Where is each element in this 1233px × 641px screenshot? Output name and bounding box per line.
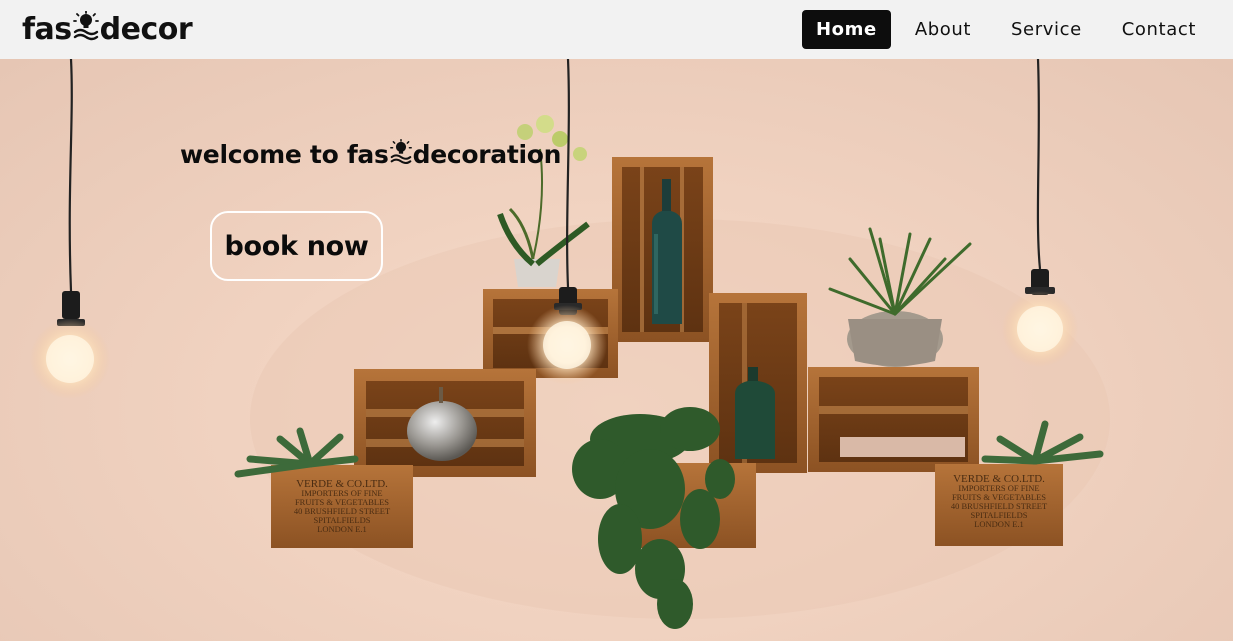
hanging-bulb-right [1002,59,1078,367]
crate-right [808,367,979,472]
logo-text-left: fas [22,12,72,47]
nav-home[interactable]: Home [802,10,891,49]
logo-text-right: decor [99,12,193,47]
svg-text:LONDON E.1: LONDON E.1 [974,519,1024,529]
svg-text:LONDON E.1: LONDON E.1 [317,524,367,534]
hero-title-right: decoration [412,140,562,169]
lamp-logo-icon [72,10,99,40]
nav-service[interactable]: Service [995,10,1098,49]
hero-title-left: welcome to fas [180,140,389,169]
nav-about[interactable]: About [899,10,987,49]
hero-title: welcome to fas decoration [180,138,562,169]
nav-contact[interactable]: Contact [1106,10,1212,49]
navbar: fas decor Home About Service Contact [0,0,1233,59]
book-now-button[interactable]: book now [210,211,383,281]
site-logo[interactable]: fas decor [22,10,193,47]
main-nav: Home About Service Contact [802,10,1212,49]
lamp-logo-icon [389,138,412,164]
hero-section: VERDE & CO.LTD. IMPORTERS OF FINE FRUITS… [0,59,1233,641]
hanging-bulb-left [30,59,110,399]
silver-apple [407,401,477,461]
